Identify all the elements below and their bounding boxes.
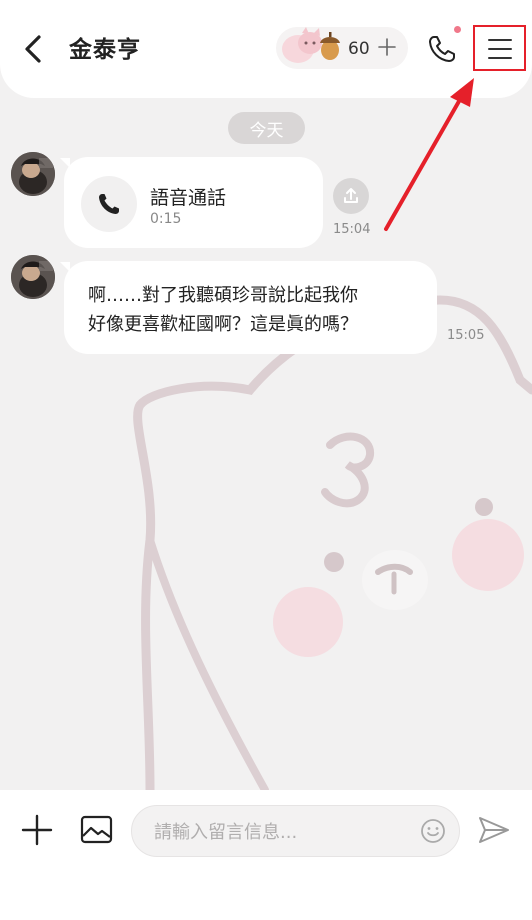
contact-avatar[interactable] [11,152,55,196]
acorn-coin-balance[interactable]: 60 [276,27,408,69]
date-separator: 今天 [228,112,305,144]
phone-icon [429,36,455,62]
chat-header: 金泰亨 60 [0,0,532,98]
menu-highlight-box [473,25,526,71]
add-coins-button[interactable] [375,33,399,61]
contact-name: 金泰亨 [69,37,141,63]
message-line: 好像更喜歡柾國啊？這是眞的嗎？ [88,314,358,335]
phone-filled-icon [99,194,119,214]
message-line: 啊……對了我聽碩珍哥說比起我你 [88,285,358,306]
avatar-photo [11,255,55,299]
coin-count: 60 [348,39,370,59]
image-icon [80,815,113,844]
paper-plane-icon [479,817,509,843]
smiley-icon [421,819,445,843]
share-upload-icon [344,188,358,203]
voice-call-button[interactable] [426,33,458,65]
emoji-button[interactable] [420,818,446,844]
message-timestamp: 15:05 [447,328,485,343]
back-button[interactable] [18,32,48,66]
call-record-icon-circle [81,176,137,232]
message-input-field[interactable] [131,805,460,858]
notification-dot [454,26,461,33]
attach-more-button[interactable] [20,813,54,847]
send-button[interactable] [477,813,511,847]
share-button[interactable] [333,178,369,214]
bubble-tail [60,158,70,168]
mascot-with-acorn-icon [282,27,340,63]
avatar-photo [11,152,55,196]
text-message-bubble[interactable]: 啊……對了我聽碩珍哥說比起我你 好像更喜歡柾國啊？這是眞的嗎？ [64,261,437,354]
call-title: 語音通話 [150,187,227,209]
chevron-left-icon [25,35,41,63]
call-duration: 0:15 [150,211,182,227]
message-input-bar [0,790,532,920]
message-timestamp: 15:04 [333,222,371,237]
send-image-button[interactable] [80,814,114,846]
plus-icon [378,38,396,56]
contact-avatar[interactable] [11,255,55,299]
message-text: 啊……對了我聽碩珍哥說比起我你 好像更喜歡柾國啊？這是眞的嗎？ [88,281,418,339]
plus-icon [21,814,53,846]
bubble-tail [60,262,70,272]
message-input[interactable] [152,806,416,858]
voice-call-bubble[interactable]: 語音通話 0:15 [64,157,323,248]
